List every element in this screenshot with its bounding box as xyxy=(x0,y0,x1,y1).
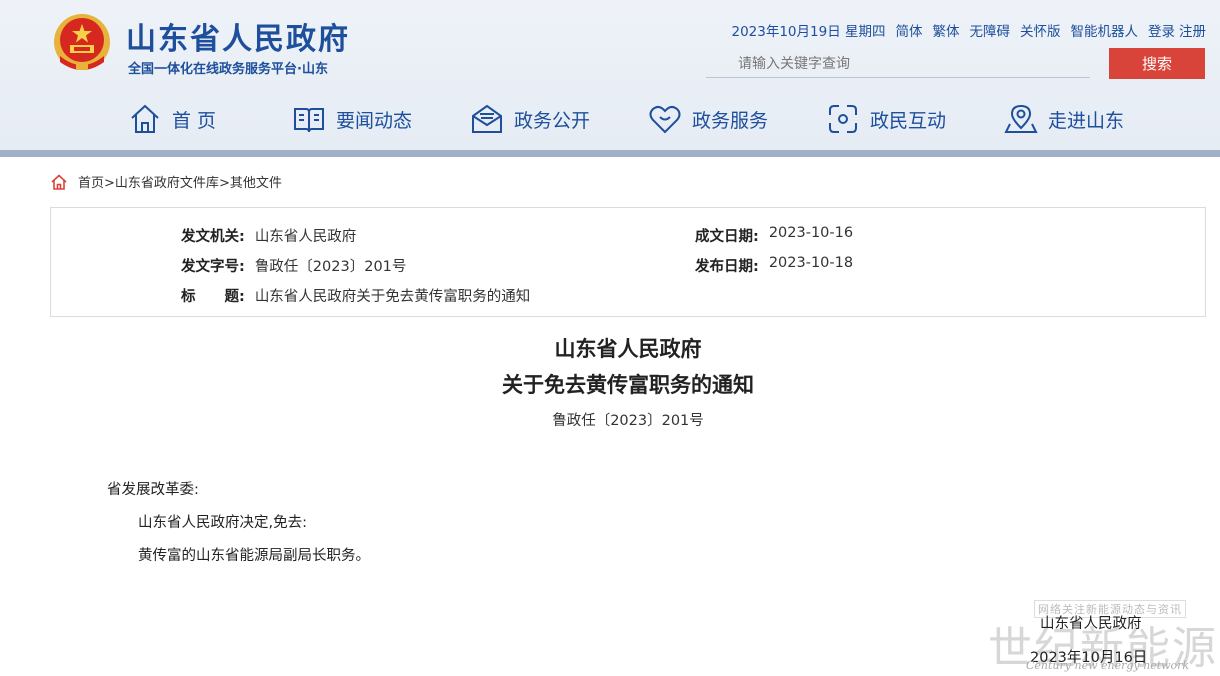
nav-label: 政务公开 xyxy=(514,109,591,132)
document-info-box: 发文机关: 山东省人民政府 发文字号: 鲁政任〔2023〕201号 标 题: 山… xyxy=(50,207,1206,317)
nav-gov-affairs[interactable]: 政务公开 xyxy=(470,102,590,136)
nav-news[interactable]: 要闻动态 xyxy=(292,102,412,136)
register-link[interactable]: 注册 xyxy=(1179,20,1206,40)
simplified-link[interactable]: 简体 xyxy=(896,20,923,40)
info-created-date: 成文日期: 2023-10-16 xyxy=(695,225,853,246)
site-subtitle[interactable]: 全国一体化在线政务服务平台·山东 xyxy=(128,58,328,77)
search-input[interactable] xyxy=(706,50,1090,78)
info-value: 山东省人民政府关于免去黄传富职务的通知 xyxy=(254,289,531,305)
info-value: 2023-10-16 xyxy=(768,225,854,241)
document-title-line1: 山东省人民政府 xyxy=(554,337,702,361)
national-emblem-icon[interactable] xyxy=(52,12,112,74)
home-icon xyxy=(131,104,159,133)
document-paragraph: 黄传富的山东省能源局副局长职务。 xyxy=(138,548,370,564)
book-icon xyxy=(294,108,324,133)
info-value: 鲁政任〔2023〕201号 xyxy=(254,259,407,275)
info-value: 2023-10-18 xyxy=(768,255,854,271)
breadcrumb-current[interactable]: 其他文件 xyxy=(230,176,282,191)
breadcrumb: 首页>山东省政府文件库>其他文件 xyxy=(50,172,282,191)
header-divider xyxy=(0,150,1220,157)
info-title: 标 题: 山东省人民政府关于免去黄传富职务的通知 xyxy=(181,285,530,306)
watermark-english: Century new energy network xyxy=(1026,659,1190,672)
document-number: 鲁政任〔2023〕201号 xyxy=(552,413,704,429)
robot-link[interactable]: 智能机器人 xyxy=(1071,20,1139,40)
map-pin-icon xyxy=(1004,104,1038,133)
interaction-icon xyxy=(829,105,857,133)
elder-mode-link[interactable]: 关怀版 xyxy=(1020,20,1061,40)
nav-gov-services[interactable]: 政务服务 xyxy=(648,102,768,136)
info-label: 发文机关: xyxy=(181,229,245,245)
nav-label: 走进山东 xyxy=(1048,109,1125,132)
breadcrumb-separator: > xyxy=(218,176,230,191)
document-title-line2: 关于免去黄传富职务的通知 xyxy=(502,373,754,397)
document-signature-org: 山东省人民政府 xyxy=(1040,616,1142,632)
nav-home[interactable]: 首 页 xyxy=(128,102,216,136)
main-nav: 首 页 要闻动态 政务公开 政务服务 政民互动 走进山东 xyxy=(0,102,1220,146)
nav-label: 政务服务 xyxy=(692,109,769,132)
info-label: 成文日期: xyxy=(695,229,759,245)
breadcrumb-home[interactable]: 首页 xyxy=(78,176,104,191)
info-published-date: 发布日期: 2023-10-18 xyxy=(695,255,853,276)
envelope-icon xyxy=(472,104,502,133)
info-issuer: 发文机关: 山东省人民政府 xyxy=(181,225,356,246)
document-addressee: 省发展改革委: xyxy=(107,482,199,498)
info-label: 发文字号: xyxy=(181,259,245,275)
accessibility-link[interactable]: 无障碍 xyxy=(970,20,1011,40)
top-links: 2023年10月19日 星期四 简体 繁体 无障碍 关怀版 智能机器人 登录 注… xyxy=(731,20,1206,40)
nav-label: 政民互动 xyxy=(870,109,947,132)
search-button[interactable]: 搜索 xyxy=(1109,48,1205,79)
nav-label: 首 页 xyxy=(172,109,217,132)
breadcrumb-separator: > xyxy=(104,176,115,191)
info-label: 标 题: xyxy=(181,289,245,305)
home-icon[interactable] xyxy=(50,173,68,191)
nav-about-shandong[interactable]: 走进山东 xyxy=(1004,102,1124,136)
current-date: 2023年10月19日 星期四 xyxy=(731,24,886,40)
traditional-link[interactable]: 繁体 xyxy=(933,20,960,40)
login-link[interactable]: 登录 xyxy=(1148,20,1175,40)
document-paragraph: 山东省人民政府决定,免去: xyxy=(138,515,307,531)
nav-interaction[interactable]: 政民互动 xyxy=(826,102,946,136)
site-header: 山东省人民政府 全国一体化在线政务服务平台·山东 2023年10月19日 星期四… xyxy=(0,0,1220,150)
heart-icon xyxy=(649,105,681,134)
nav-label: 要闻动态 xyxy=(336,109,413,132)
breadcrumb-library[interactable]: 山东省政府文件库 xyxy=(115,176,219,191)
site-title[interactable]: 山东省人民政府 xyxy=(126,14,350,58)
info-doc-number: 发文字号: 鲁政任〔2023〕201号 xyxy=(181,255,406,276)
info-label: 发布日期: xyxy=(695,259,759,275)
info-value: 山东省人民政府 xyxy=(254,229,357,245)
